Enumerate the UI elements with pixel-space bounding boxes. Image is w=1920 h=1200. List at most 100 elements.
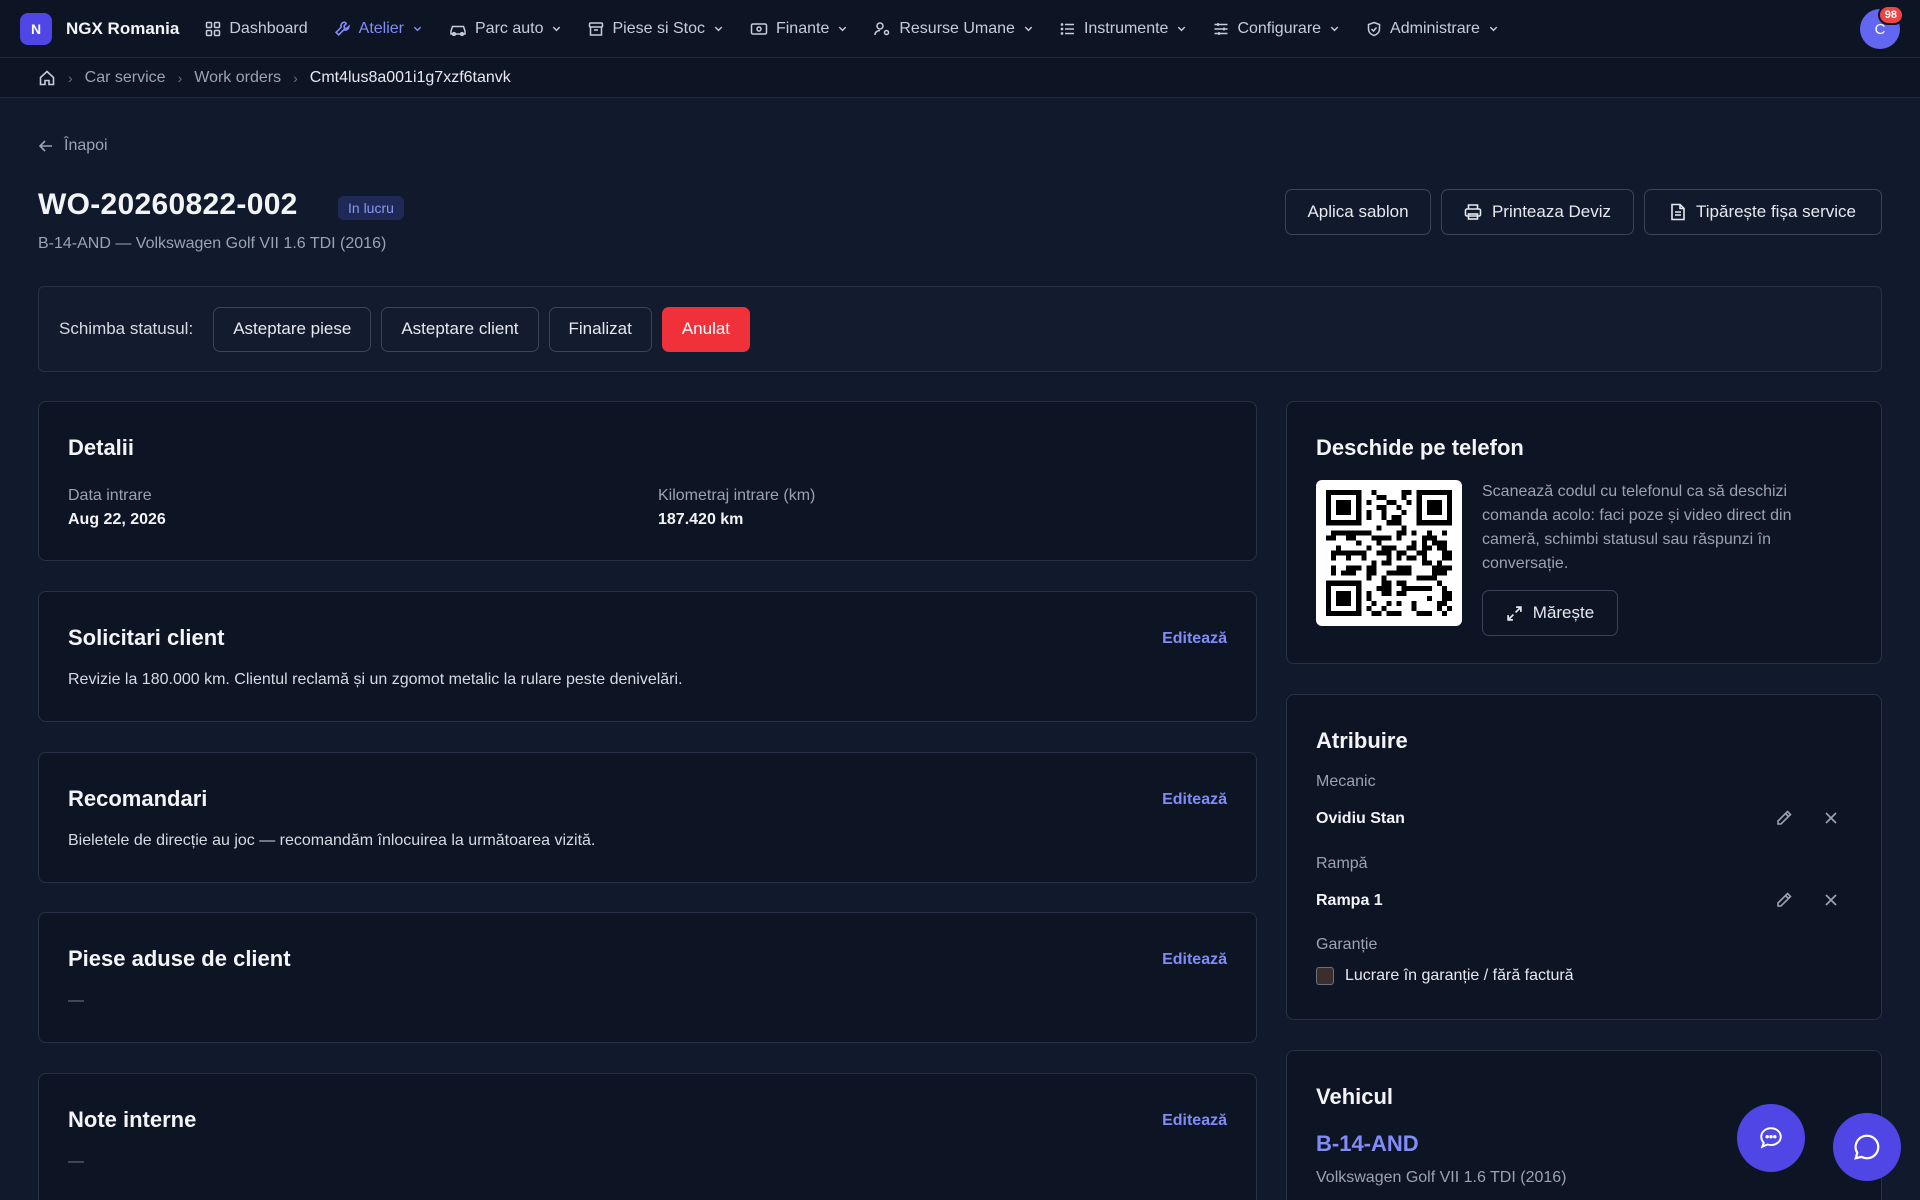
chevron-down-icon xyxy=(839,26,847,32)
mechanic-label: Mecanic xyxy=(1316,773,1376,790)
breadcrumb: › Car service › Work orders › Cmt4lus8a0… xyxy=(0,58,1920,98)
vehicle-title: Vehicul xyxy=(1316,1084,1394,1109)
brand-logo: N xyxy=(20,12,52,45)
recommendations-card: Recomandari Editează Bieletele de direcț… xyxy=(38,752,1257,883)
message-dots-icon xyxy=(1760,1127,1782,1149)
user-avatar[interactable]: C 98 xyxy=(1860,5,1904,49)
nav-label: Configurare xyxy=(1237,19,1322,37)
back-link[interactable]: Înapoi xyxy=(38,137,108,155)
open-on-phone-description: Scanează codul cu telefonul ca să deschi… xyxy=(1482,483,1792,572)
wrench-icon xyxy=(334,21,350,37)
edit-client-parts-link[interactable]: Editează xyxy=(1162,951,1227,969)
car-icon xyxy=(450,25,466,36)
pencil-icon[interactable] xyxy=(1775,809,1793,827)
nav-administrare[interactable]: Administrare xyxy=(1366,20,1499,38)
nav-label: Resurse Umane xyxy=(899,19,1015,37)
enlarge-label: Mărește xyxy=(1532,603,1595,622)
pencil-icon[interactable] xyxy=(1775,891,1793,909)
ramp-value: Rampa 1 xyxy=(1316,892,1383,909)
chevron-right-icon: › xyxy=(68,69,73,86)
print-quote-label: Printeaza Deviz xyxy=(1491,202,1612,221)
status-finished-button[interactable]: Finalizat xyxy=(548,306,652,352)
chevron-right-icon: › xyxy=(293,69,298,86)
client-requests-card: Solicitari client Editează Revizie la 18… xyxy=(38,591,1257,722)
expand-icon xyxy=(1507,605,1522,621)
mileage-label: Kilometraj intrare (km) xyxy=(658,487,816,504)
warranty-label: Garanție xyxy=(1316,936,1378,953)
nav-finante[interactable]: Finante xyxy=(750,20,848,38)
file-text-icon xyxy=(1671,203,1685,221)
qr-code xyxy=(1316,480,1462,626)
status-waiting-parts-button[interactable]: Asteptare piese xyxy=(213,306,372,352)
warranty-checkbox[interactable] xyxy=(1316,967,1334,985)
open-on-phone-card: Deschide pe telefon Scanează codul cu te… xyxy=(1286,401,1882,664)
close-icon[interactable] xyxy=(1824,811,1838,825)
details-title: Detalii xyxy=(68,435,135,460)
print-sheet-button[interactable]: Tipărește fișa service xyxy=(1644,189,1882,235)
vehicle-plate-link[interactable]: B-14-AND xyxy=(1316,1131,1419,1157)
nav-label: Dashboard xyxy=(229,19,308,37)
back-label: Înapoi xyxy=(64,137,108,154)
brand-name: NGX Romania xyxy=(66,18,180,38)
list-icon xyxy=(1060,22,1074,35)
edit-client-requests-link[interactable]: Editează xyxy=(1162,630,1227,648)
shield-check-icon xyxy=(1367,21,1381,36)
enlarge-qr-button[interactable]: Mărește xyxy=(1482,590,1618,636)
nav-configurare[interactable]: Configurare xyxy=(1213,20,1340,38)
mileage-value: 187.420 km xyxy=(658,511,744,528)
details-card: Detalii Data intrare Aug 22, 2026 Kilome… xyxy=(38,401,1257,561)
sliders-icon xyxy=(1214,22,1228,35)
breadcrumb-work-orders[interactable]: Work orders xyxy=(194,69,281,87)
edit-internal-notes-link[interactable]: Editează xyxy=(1162,1112,1227,1130)
mechanic-value: Ovidiu Stan xyxy=(1316,810,1405,827)
warranty-checkbox-label[interactable]: Lucrare în garanție / fără factură xyxy=(1345,967,1574,985)
top-navigation: N NGX Romania Dashboard Atelier Parc aut… xyxy=(0,0,1920,58)
user-cog-icon xyxy=(874,21,890,35)
ramp-label: Rampă xyxy=(1316,855,1368,872)
vehicle-description: Volkswagen Golf VII 1.6 TDI (2016) xyxy=(1316,1169,1567,1186)
assignment-title: Atribuire xyxy=(1316,728,1408,753)
brand[interactable]: N NGX Romania xyxy=(20,12,180,45)
chevron-down-icon xyxy=(1330,26,1339,32)
chat-fab-button[interactable] xyxy=(1737,1104,1805,1172)
internal-notes-text: — xyxy=(68,1153,84,1170)
status-change-bar: Schimba statusul: Asteptare piese Astept… xyxy=(38,286,1882,372)
nav-instrumente[interactable]: Instrumente xyxy=(1060,20,1187,38)
notification-badge: 98 xyxy=(1877,5,1904,25)
home-icon[interactable] xyxy=(38,69,56,87)
close-icon[interactable] xyxy=(1824,893,1838,907)
breadcrumb-current: Cmt4lus8a001i1g7xzf6tanvk xyxy=(309,68,511,86)
internal-notes-title: Note interne xyxy=(68,1107,197,1132)
status-waiting-client-button[interactable]: Asteptare client xyxy=(381,306,539,352)
apply-template-button[interactable]: Aplica sablon xyxy=(1285,189,1431,235)
arrow-left-icon xyxy=(38,140,52,152)
chevron-right-icon: › xyxy=(177,69,183,86)
entry-date-label: Data intrare xyxy=(68,487,152,504)
chevron-down-icon xyxy=(1024,26,1033,32)
print-quote-button[interactable]: Printeaza Deviz xyxy=(1441,189,1634,235)
recommendations-title: Recomandari xyxy=(68,786,208,811)
chevron-down-icon xyxy=(714,26,723,32)
status-cancel-button[interactable]: Anulat xyxy=(661,306,751,352)
nav-piese-stoc[interactable]: Piese si Stoc xyxy=(588,20,723,38)
nav-label: Atelier xyxy=(358,19,404,37)
qr-code-image xyxy=(1326,490,1452,616)
assignment-card: Atribuire Mecanic Ovidiu Stan Rampă Ramp… xyxy=(1286,694,1882,1020)
status-badge: In lucru xyxy=(338,196,404,220)
client-requests-text: Revizie la 180.000 km. Clientul reclamă … xyxy=(68,671,683,688)
nav-label: Piese si Stoc xyxy=(612,19,705,37)
support-chat-button[interactable] xyxy=(1833,1113,1901,1181)
nav-label: Instrumente xyxy=(1083,19,1169,37)
nav-parc-auto[interactable]: Parc auto xyxy=(449,20,562,38)
client-parts-title: Piese aduse de client xyxy=(68,946,291,971)
client-parts-text: — xyxy=(68,992,84,1009)
open-on-phone-title: Deschide pe telefon xyxy=(1316,435,1524,460)
edit-recommendations-link[interactable]: Editează xyxy=(1162,791,1227,809)
chevron-down-icon xyxy=(413,26,422,32)
nav-resurse-umane[interactable]: Resurse Umane xyxy=(874,20,1034,38)
nav-dashboard[interactable]: Dashboard xyxy=(205,19,308,38)
breadcrumb-car-service[interactable]: Car service xyxy=(85,69,166,87)
chevron-down-icon xyxy=(1178,26,1186,32)
nav-atelier[interactable]: Atelier xyxy=(334,20,423,38)
chevron-down-icon xyxy=(553,26,561,32)
